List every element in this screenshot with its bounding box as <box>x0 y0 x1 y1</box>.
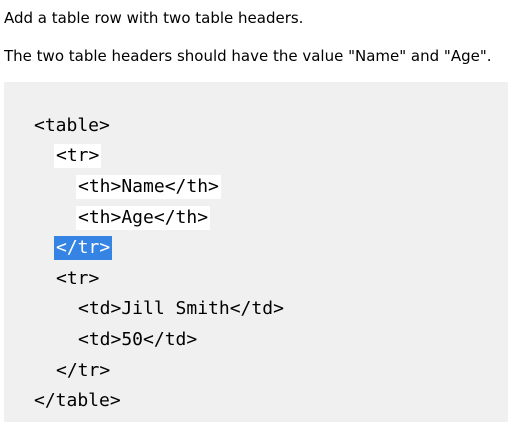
code-token-tr-open[interactable]: <tr> <box>54 144 102 168</box>
code-token-tr-close-selected[interactable]: </tr> <box>54 236 113 260</box>
code-token-tr-close-2[interactable]: </tr> <box>54 359 112 383</box>
code-token-td-jill-smith[interactable]: <td>Jill Smith</td> <box>76 297 286 321</box>
instruction-detail-text: The two table headers should have the va… <box>4 47 492 65</box>
code-token-th-age[interactable]: <th>Age</th> <box>76 206 211 230</box>
code-token-tr-open-2[interactable]: <tr> <box>54 267 101 291</box>
instruction-text: Add a table row with two table headers. <box>4 9 304 27</box>
code-token-table-open[interactable]: <table> <box>32 114 112 138</box>
code-token-td-50[interactable]: <td>50</td> <box>76 328 199 352</box>
code-token-th-name[interactable]: <th>Name</th> <box>76 175 221 199</box>
code-panel: <table> <tr> <th>Name</th> <th>Age</th> … <box>4 82 508 422</box>
code-token-table-close[interactable]: </table> <box>32 389 123 413</box>
